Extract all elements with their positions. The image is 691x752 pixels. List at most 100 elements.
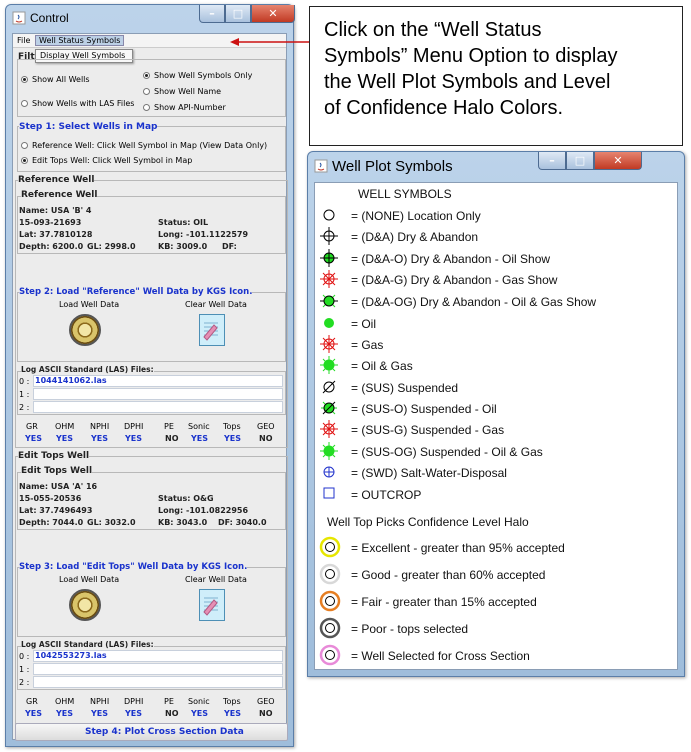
halo-good: = Good - greater than 60% accepted	[351, 568, 546, 582]
halo-excellent: = Excellent - greater than 95% accepted	[351, 541, 565, 555]
kgs-load-icon-edit[interactable]	[69, 589, 101, 621]
callout-box: Click on the “Well Status Symbols” Menu …	[309, 6, 683, 146]
reference-outer-title: Reference Well	[18, 175, 95, 185]
reference-flag-geo: NO	[259, 434, 273, 443]
edit-las-row2: 2 :	[19, 678, 30, 687]
control-title: Control	[30, 11, 69, 25]
reference-las-file: 1044141062.las	[35, 376, 107, 385]
edit-las-file: 1042553273.las	[35, 651, 107, 660]
reference-long: Long: -101.1122579	[158, 230, 249, 239]
halo-fair-icon	[319, 590, 341, 612]
radio-edit-tops-well[interactable]	[21, 157, 28, 164]
edit-las-field-1[interactable]	[33, 663, 283, 675]
maximize-button[interactable]: □	[566, 152, 594, 170]
reference-api: 15-093-21693	[19, 218, 82, 227]
edit-las-row0: 0 :	[19, 652, 30, 661]
symbol-da-oil-show: = (D&A-O) Dry & Abandon - Oil Show	[351, 252, 551, 266]
reference-las-row1: 1 :	[19, 390, 30, 399]
oil-gas-icon	[320, 356, 338, 374]
minimize-button[interactable]: –	[199, 5, 225, 23]
kgs-load-icon[interactable]	[69, 314, 101, 346]
radio-show-all-wells[interactable]	[21, 76, 28, 83]
halo-poor: = Poor - tops selected	[351, 622, 469, 636]
radio-symbols-only[interactable]	[143, 72, 150, 79]
reference-lat: Lat: 37.7810128	[19, 230, 93, 239]
edit-gl: GL: 3032.0	[87, 518, 136, 527]
reference-df: DF:	[222, 242, 237, 251]
reference-las-field-2[interactable]	[33, 401, 283, 413]
edit-name: Name: USA 'A' 16	[19, 482, 98, 491]
callout-arrow	[230, 38, 310, 46]
radio-show-las-wells[interactable]	[21, 100, 28, 107]
radio-api-number[interactable]	[143, 104, 150, 111]
reference-flag-nphi: YES	[91, 434, 109, 443]
none-location-icon	[323, 209, 335, 221]
label-show-all-wells: Show All Wells	[32, 75, 90, 84]
edit-long: Long: -101.0822956	[158, 506, 249, 515]
symbol-oil: = Oil	[351, 317, 377, 331]
edit-inner-title: Edit Tops Well	[21, 466, 93, 476]
reference-flag-pe: NO	[165, 434, 179, 443]
edit-las-title: Log ASCII Standard (LAS) Files:	[21, 640, 154, 649]
symbol-none: = (NONE) Location Only	[351, 209, 481, 223]
reference-las-row2: 2 :	[19, 403, 30, 412]
symbol-suspended-oil: = (SUS-O) Suspended - Oil	[351, 402, 497, 416]
dry-abandon-icon	[320, 227, 338, 245]
menu-file[interactable]: File	[17, 36, 30, 45]
well-symbol-column	[320, 209, 338, 499]
symbol-dry-abandon: = (D&A) Dry & Abandon	[351, 230, 479, 244]
edit-las-field-2[interactable]	[33, 676, 283, 688]
control-window: Control – □ ✕ File Well Status Symbols D…	[5, 4, 295, 747]
dry-abandon-gas-show-icon	[320, 270, 338, 288]
reference-log-tops: Tops	[223, 422, 241, 431]
reference-gl: GL: 2998.0	[87, 242, 136, 251]
clear-well-data-icon-edit[interactable]	[199, 589, 225, 621]
halo-column	[319, 536, 341, 666]
callout-line-4: of Confidence Halo Colors.	[324, 97, 564, 119]
label-reference-well: Reference Well: Click Well Symbol in Map…	[32, 141, 268, 150]
reference-flag-sonic: YES	[191, 434, 209, 443]
edit-flag-pe: NO	[165, 709, 179, 718]
edit-depth: Depth: 7044.0	[19, 518, 84, 527]
maximize-button[interactable]: □	[225, 5, 251, 23]
reference-las-row0: 0 :	[19, 377, 30, 386]
reference-las-field-1[interactable]	[33, 388, 283, 400]
symbol-gas: = Gas	[351, 338, 384, 352]
radio-reference-well[interactable]	[21, 142, 28, 149]
suspended-oil-icon	[321, 401, 337, 415]
minimize-button[interactable]: –	[538, 152, 566, 170]
step3-title: Step 3: Load "Edit Tops" Well Data by KG…	[19, 562, 248, 572]
edit-lat: Lat: 37.7496493	[19, 506, 93, 515]
label-edit-tops-well: Edit Tops Well: Click Well Symbol in Map	[32, 156, 193, 165]
edit-load-label: Load Well Data	[59, 575, 120, 584]
reference-log-dphi: DPHI	[124, 422, 144, 431]
symbols-window: Well Plot Symbols – □ ✕ WELL SYMBOLS = (…	[307, 151, 685, 677]
radio-well-name[interactable]	[143, 88, 150, 95]
suspended-gas-icon	[320, 420, 338, 438]
edit-log-geo: GEO	[257, 697, 275, 706]
edit-clear-label: Clear Well Data	[185, 575, 247, 584]
filter-group	[17, 59, 286, 117]
edit-flag-dphi: YES	[125, 709, 143, 718]
reference-flag-ohm: YES	[56, 434, 74, 443]
outcrop-icon	[323, 487, 335, 499]
symbol-suspended: = (SUS) Suspended	[351, 381, 459, 395]
label-show-las-wells: Show Wells with LAS Files	[32, 99, 135, 108]
close-button[interactable]: ✕	[594, 152, 642, 170]
halo-poor-icon	[319, 617, 341, 639]
close-button[interactable]: ✕	[251, 5, 295, 23]
salt-water-disposal-icon	[323, 466, 335, 478]
reference-log-gr: GR	[26, 422, 38, 431]
edit-log-sonic: Sonic	[188, 697, 210, 706]
menu-well-status-symbols[interactable]: Well Status Symbols	[35, 35, 125, 46]
edit-flag-nphi: YES	[91, 709, 109, 718]
gas-icon	[320, 335, 338, 353]
dry-abandon-oil-gas-show-icon	[320, 294, 338, 308]
halo-fair: = Fair - greater than 15% accepted	[351, 595, 537, 609]
clear-well-data-icon[interactable]	[199, 314, 225, 346]
java-icon	[12, 11, 26, 25]
halo-header: Well Top Picks Confidence Level Halo	[327, 515, 529, 529]
symbol-suspended-gas: = (SUS-G) Suspended - Gas	[351, 423, 505, 437]
label-well-name: Show Well Name	[154, 87, 222, 96]
reference-depth: Depth: 6200.0	[19, 242, 84, 251]
